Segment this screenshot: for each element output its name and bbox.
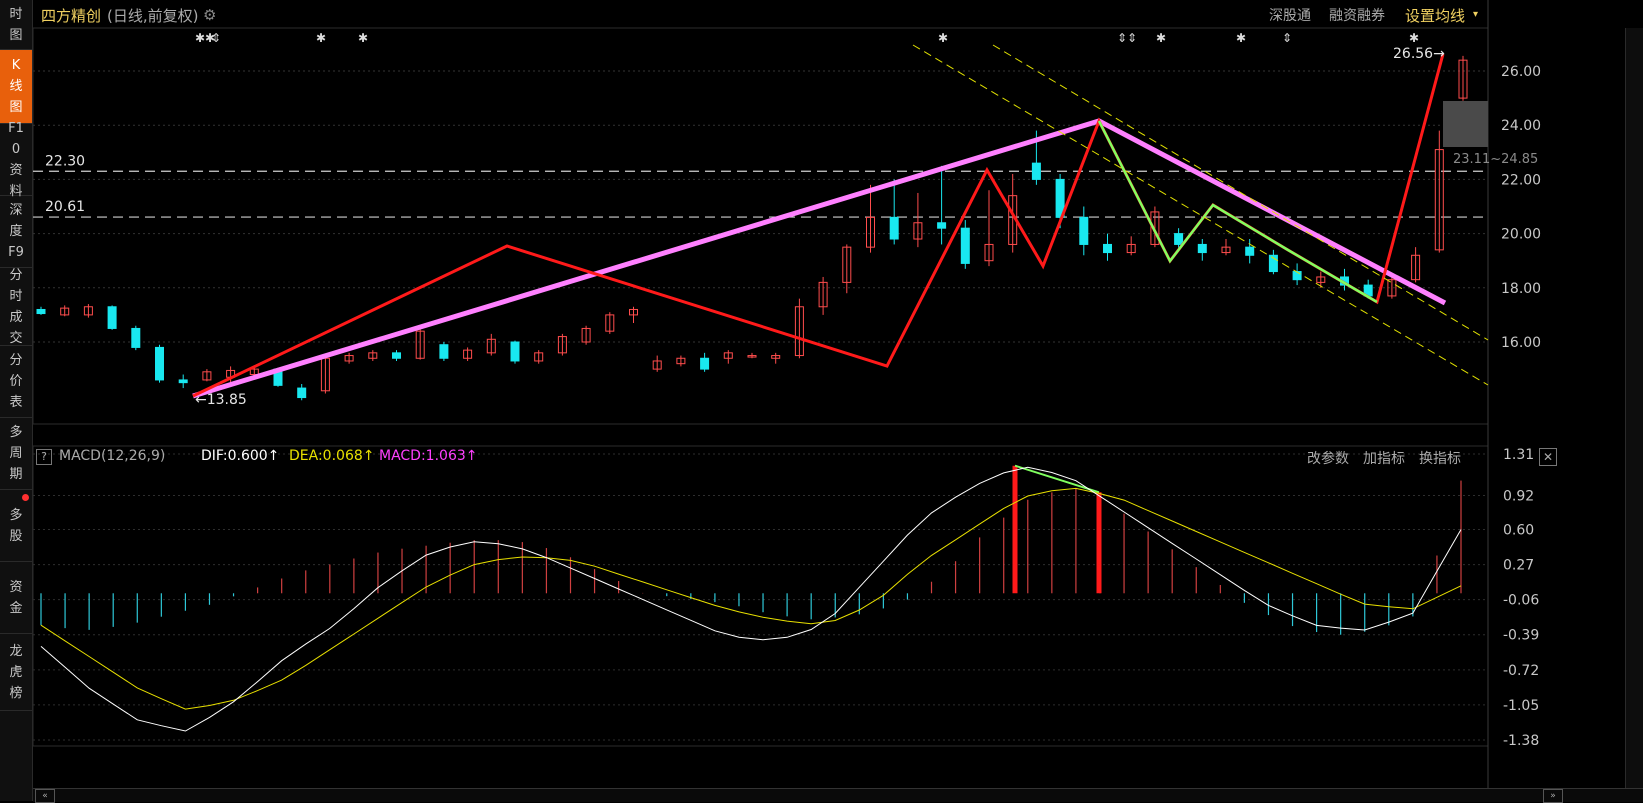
sidebar-tab-3[interactable]: 深度F9: [0, 196, 32, 268]
macd-tick-label: -0.72: [1503, 663, 1539, 679]
macd-tick-label: 0.92: [1503, 488, 1534, 504]
sidebar-tab-label: 多周期: [9, 425, 23, 482]
price-tick-label: 18.00: [1501, 281, 1541, 297]
candle-body: [1103, 243, 1112, 254]
sidebar-tab-label: 龙虎榜: [9, 643, 23, 701]
sidebar-tab-8[interactable]: 资金: [0, 562, 32, 634]
event-marker: ✱: [938, 31, 948, 45]
dea-value: DEA:0.068↑: [289, 448, 375, 464]
sidebar-tab-9[interactable]: 龙虎榜: [0, 634, 32, 711]
event-marker: ✱: [358, 31, 368, 45]
sidebar-tab-label: 多股: [9, 507, 23, 544]
event-marker: ✱: [316, 31, 326, 45]
sidebar-tab-7[interactable]: 多股: [0, 490, 32, 562]
notification-dot: [22, 494, 29, 501]
sidebar-tab-6[interactable]: 多周期: [0, 418, 32, 490]
help-icon[interactable]: ?: [36, 449, 52, 465]
macd-label[interactable]: MACD(12,26,9): [59, 448, 165, 464]
main-area: 四方精创 (日线,前复权) ⚙ 深股通 融资融券 设置均线 ▾ 26.00 24.…: [33, 0, 1643, 803]
sidebar-tab-label: F10资料: [8, 120, 24, 199]
event-marker: ✱: [1236, 31, 1246, 45]
channel-line: [912, 44, 1489, 386]
candle-body: [960, 227, 970, 264]
candle-body: [439, 344, 449, 359]
macd-toolbar: ? MACD(12,26,9) DIF:0.600↑ DEA:0.068↑ MA…: [33, 446, 1643, 470]
candle-body: [1174, 233, 1184, 245]
sidebar-tab-label: 分价表: [9, 353, 23, 410]
price-tick-label: 26.00: [1501, 64, 1541, 80]
event-marker: ⇕: [211, 31, 221, 45]
sidebar-tab-1[interactable]: K线图: [0, 50, 32, 124]
candle-body: [36, 308, 46, 315]
trend-line-magenta: [192, 118, 1447, 399]
sidebar-tab-0[interactable]: 时图: [0, 0, 32, 50]
price-tick-label: 24.00: [1501, 118, 1541, 134]
sidebar-tab-label: 分时成交: [9, 267, 23, 346]
price-reference-label: 20.61: [45, 199, 85, 215]
sidebar-tab-5[interactable]: 分价表: [0, 346, 32, 418]
event-marker: ✱: [1409, 31, 1419, 45]
macd-tick-label: 0.60: [1503, 522, 1534, 538]
zigzag-line-red: [192, 53, 1445, 398]
candle-body: [937, 222, 947, 229]
candle-body: [131, 327, 141, 348]
dif-line: [40, 466, 1462, 732]
candle-body: [1292, 271, 1302, 281]
candle-body: [510, 341, 520, 362]
zigzag-line-green: [1097, 120, 1378, 304]
macd-tick-label: -0.39: [1503, 628, 1539, 644]
candle-body: [1245, 246, 1255, 256]
macd-pane-frame: [33, 445, 1489, 747]
sidebar-tab-2[interactable]: F10资料: [0, 121, 32, 199]
event-marker: ✱: [1156, 31, 1166, 45]
sidebar-tab-label: 资金: [9, 579, 23, 616]
sidebar-tab-4[interactable]: 分时成交: [0, 268, 32, 346]
kline-chart[interactable]: 26.00 24.00 22.00 20.00 18.00 16.00 22.30 20.61…: [33, 0, 1643, 801]
macd-tick-label: -0.06: [1503, 593, 1539, 609]
right-scrollbar[interactable]: [1625, 28, 1643, 788]
left-sidebar: 时图 K线图 F10资料深度F9 分时成交分价表多周期多股资金龙虎榜: [0, 0, 33, 801]
time-axis-bar: « »: [33, 788, 1643, 803]
price-range-box: [1443, 101, 1488, 147]
event-marker: ⇕: [1282, 31, 1292, 45]
macd-tick-label: -1.05: [1503, 698, 1539, 714]
switch-indicator-button[interactable]: 换指标: [1419, 448, 1461, 468]
macd-tick-label: -1.38: [1503, 733, 1539, 749]
candle-body: [155, 346, 164, 381]
close-icon[interactable]: ✕: [1539, 448, 1557, 466]
candle-body: [297, 387, 307, 399]
dif-value: DIF:0.600↑: [201, 448, 280, 464]
edit-params-button[interactable]: 改参数: [1307, 448, 1349, 468]
price-tick-label: 20.00: [1501, 227, 1541, 243]
candle-body: [700, 357, 710, 370]
add-indicator-button[interactable]: 加指标: [1363, 448, 1405, 468]
candle-body: [392, 352, 401, 359]
candle-body: [1079, 216, 1089, 245]
price-tick-label: 16.00: [1501, 335, 1541, 351]
macd-tick-label: 0.27: [1503, 558, 1534, 574]
event-marker: ⇕⇕: [1117, 31, 1137, 45]
candle-body: [1197, 243, 1207, 254]
sidebar-tab-label: 时图: [9, 6, 23, 43]
channel-line: [992, 44, 1489, 341]
macd-value: MACD:1.063↑: [379, 448, 478, 464]
sidebar-tab-label: 深度F9: [8, 203, 24, 260]
candle-body: [1031, 162, 1041, 180]
dea-line: [40, 487, 1462, 710]
candle-body: [178, 379, 188, 384]
low-price-label: ←13.85: [195, 392, 247, 408]
sidebar-tab-label: K线图: [9, 58, 23, 115]
price-tick-label: 22.00: [1501, 172, 1541, 188]
candle-body: [107, 306, 117, 329]
high-price-label: 26.56→: [1393, 46, 1445, 62]
price-reference-label: 22.30: [45, 153, 85, 169]
price-range-label: 23.11~24.85: [1453, 152, 1538, 167]
candle-body: [889, 216, 899, 240]
